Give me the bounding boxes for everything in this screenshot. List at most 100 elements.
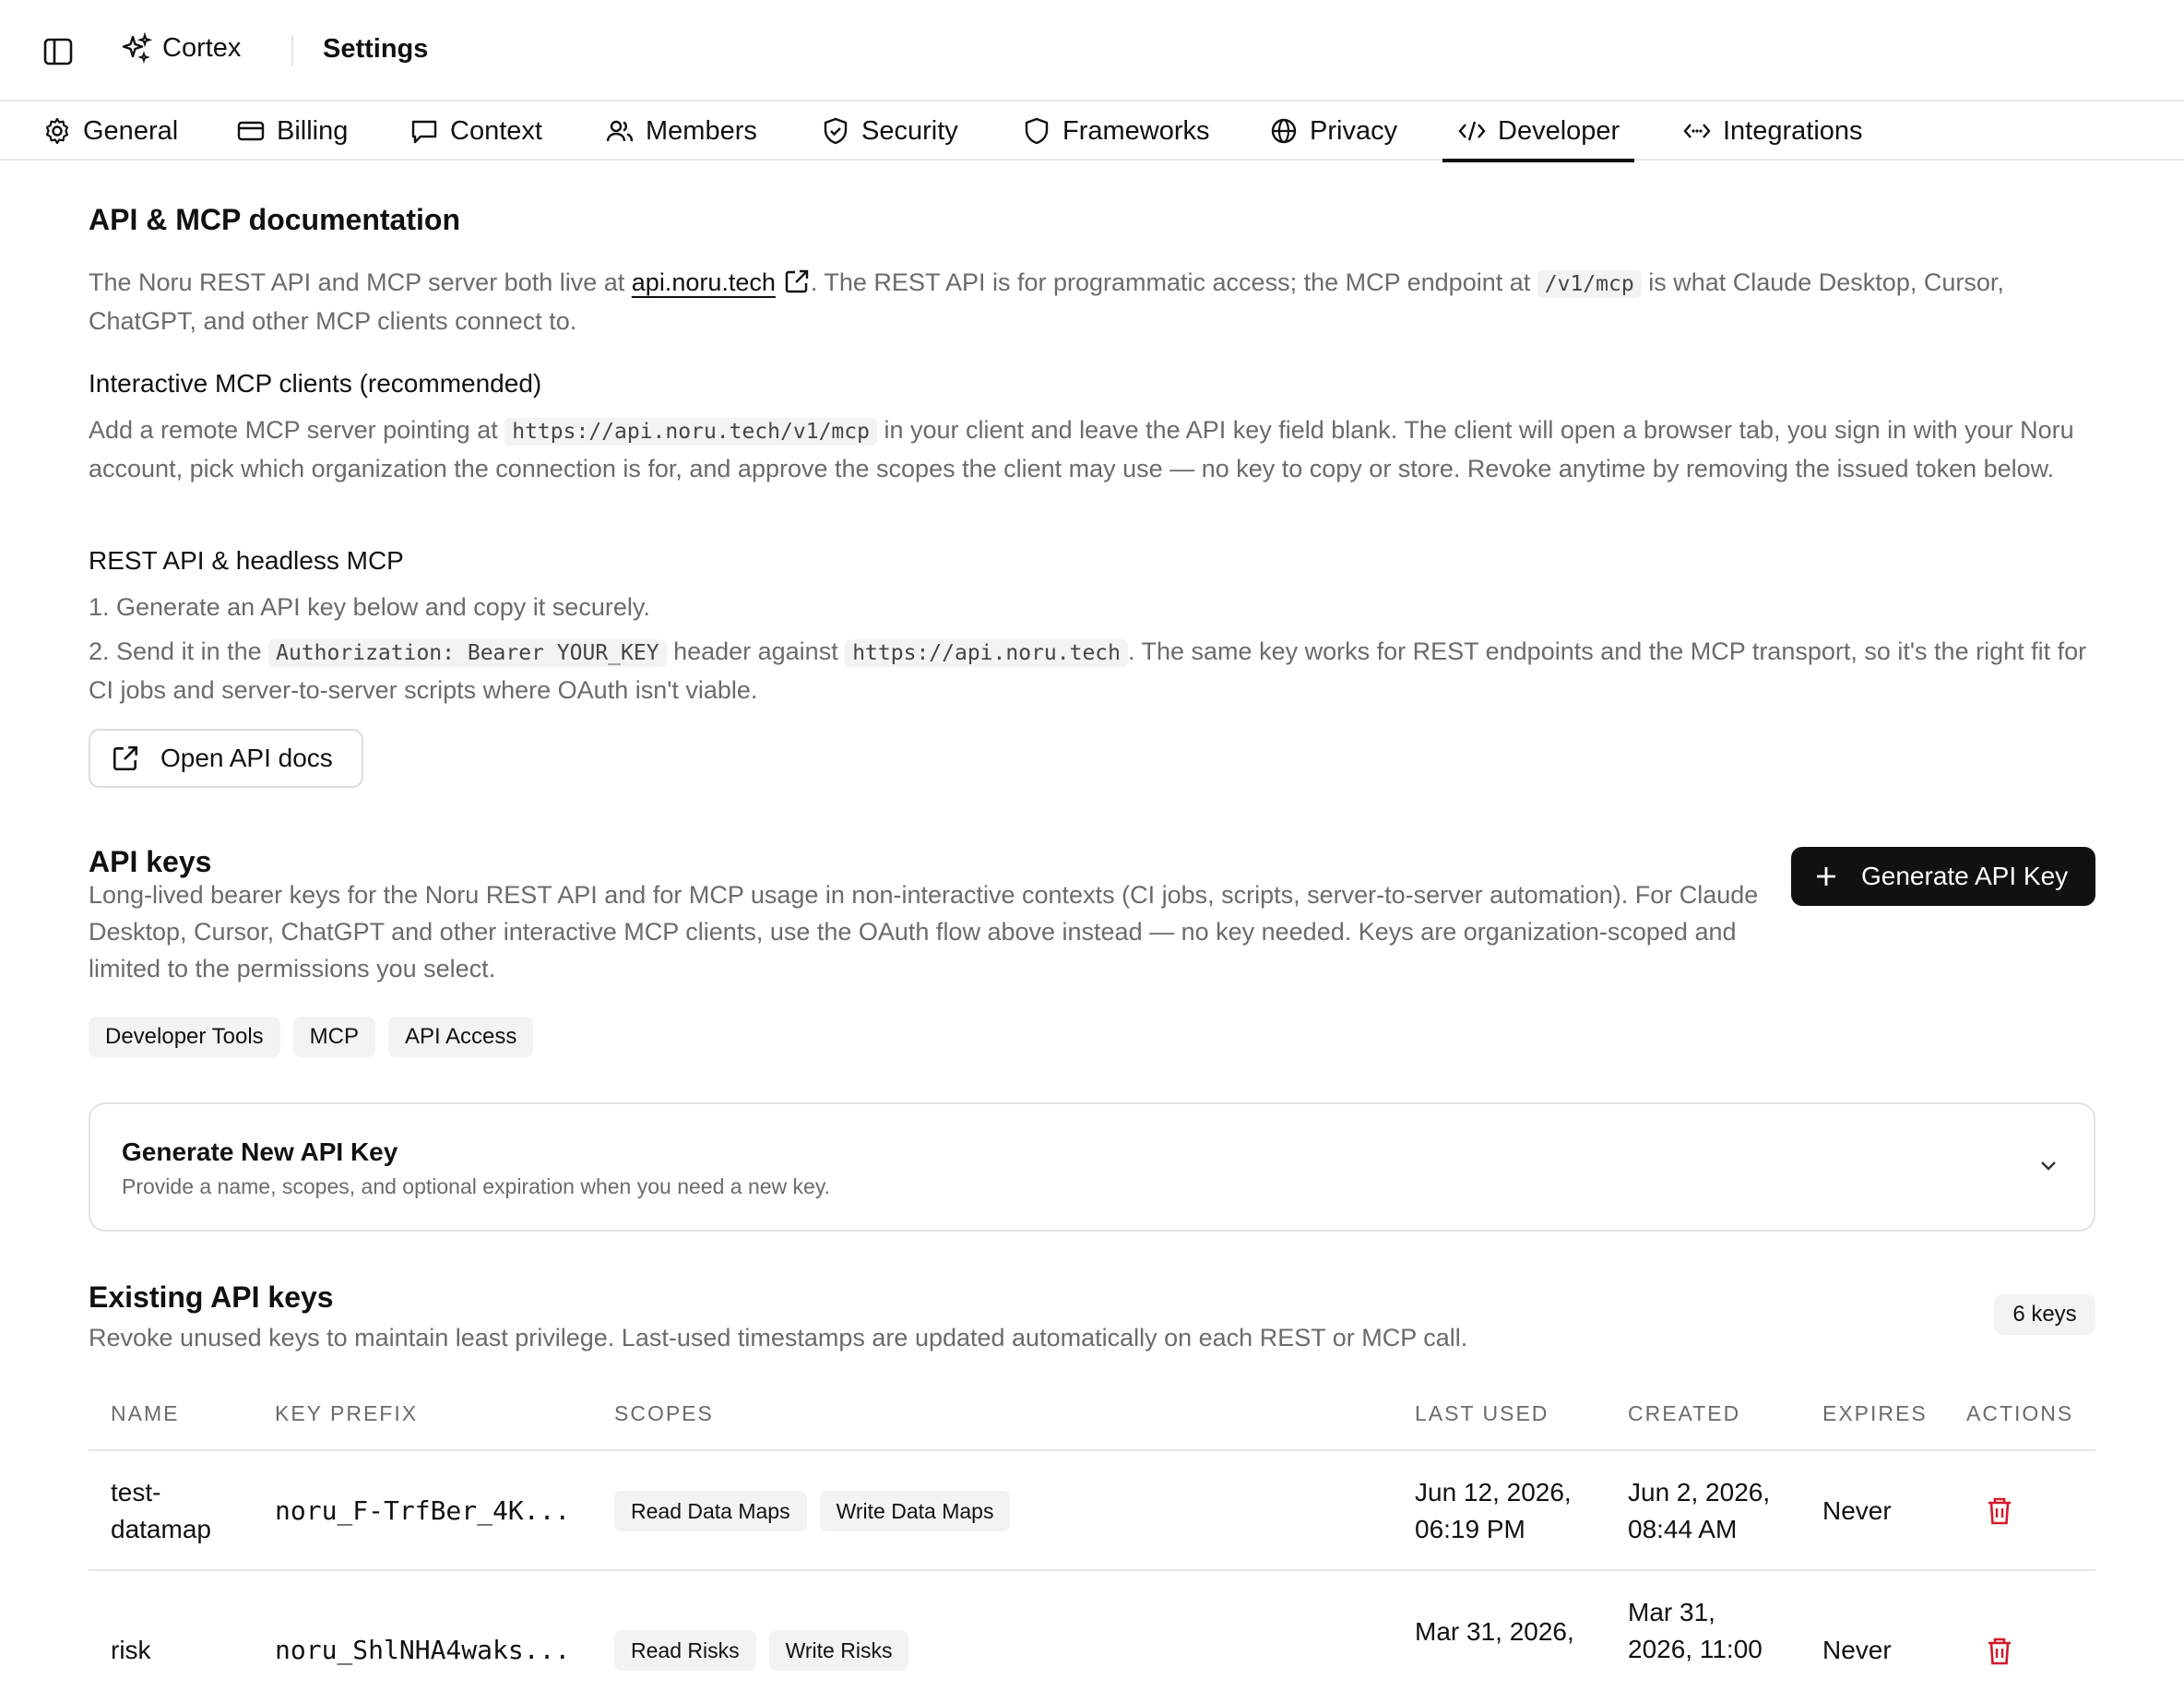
tab-label: General bbox=[83, 115, 179, 146]
tab-privacy[interactable]: Privacy bbox=[1269, 101, 1397, 161]
auth-header-code: Authorization: Bearer YOUR_KEY bbox=[268, 639, 667, 667]
created-date: Jun 2, 2026, 08:44 AM bbox=[1628, 1478, 1771, 1543]
users-icon bbox=[605, 116, 635, 146]
button-label: Generate API Key bbox=[1861, 862, 2069, 890]
key-prefix: noru_F-TrfBer_4K... bbox=[275, 1495, 571, 1526]
existing-keys-title: Existing API keys bbox=[89, 1280, 334, 1314]
api-keys-title: API keys bbox=[89, 845, 212, 878]
scope-badge: Write Risks bbox=[768, 1630, 909, 1671]
panel-subtitle: Provide a name, scopes, and optional exp… bbox=[122, 1174, 831, 1198]
tab-context[interactable]: Context bbox=[410, 101, 542, 161]
tab-billing[interactable]: Billing bbox=[236, 101, 348, 161]
rest-step-2: 2. Send it in the Authorization: Bearer … bbox=[89, 633, 2095, 709]
plus-icon bbox=[1811, 862, 1841, 891]
workspace-switcher[interactable]: Cortex bbox=[120, 31, 241, 65]
tag-api-access: API Access bbox=[388, 1017, 534, 1057]
tab-label: Billing bbox=[277, 115, 349, 146]
trash-icon[interactable] bbox=[1985, 1636, 2014, 1667]
api-domain-link[interactable]: api.noru.tech bbox=[632, 268, 776, 296]
expires: Never bbox=[1822, 1496, 1892, 1525]
open-api-docs-button[interactable]: Open API docs bbox=[89, 729, 363, 788]
shield-check-icon bbox=[821, 116, 850, 146]
panel-title: Generate New API Key bbox=[122, 1137, 398, 1166]
external-link-icon[interactable] bbox=[783, 268, 811, 295]
step-text: header against bbox=[666, 637, 846, 665]
tab-label: Developer bbox=[1498, 115, 1620, 146]
code-xml-icon bbox=[1682, 116, 1712, 146]
interactive-text: Add a remote MCP server pointing at bbox=[89, 416, 505, 444]
tab-general[interactable]: General bbox=[42, 101, 178, 161]
api-keys-tags: Developer Tools MCP API Access bbox=[89, 1017, 546, 1057]
api-url-code: https://api.noru.tech bbox=[845, 639, 1128, 667]
tab-developer[interactable]: Developer bbox=[1442, 101, 1635, 162]
rest-step-1: 1. Generate an API key below and copy it… bbox=[89, 593, 650, 621]
generate-api-key-button[interactable]: Generate API Key bbox=[1791, 847, 2095, 906]
tag-mcp: MCP bbox=[292, 1017, 375, 1057]
key-prefix: noru_ShlNHA4waks... bbox=[275, 1635, 571, 1665]
sidebar-toggle-icon[interactable] bbox=[42, 37, 76, 66]
docs-title: API & MCP documentation bbox=[89, 203, 460, 236]
key-scopes: Read Risks Write Risks bbox=[614, 1630, 921, 1671]
code-icon bbox=[1457, 116, 1487, 146]
column-header: CREATED bbox=[1628, 1401, 1741, 1425]
existing-keys-subtitle: Revoke unused keys to maintain least pri… bbox=[89, 1324, 1468, 1352]
table-row: test- datamap noru_F-TrfBer_4K... Read D… bbox=[89, 1451, 2095, 1571]
column-header: NAME bbox=[111, 1401, 180, 1425]
created-date: Mar 31, 2026, 11:00 bbox=[1628, 1598, 1763, 1663]
interactive-clients-text: Add a remote MCP server pointing at http… bbox=[89, 411, 2095, 487]
button-label: Open API docs bbox=[160, 744, 333, 772]
tab-frameworks[interactable]: Frameworks bbox=[1022, 101, 1210, 161]
generate-new-key-panel[interactable]: Generate New API Key Provide a name, sco… bbox=[89, 1102, 2095, 1232]
divider bbox=[291, 35, 293, 66]
tab-label: Security bbox=[861, 115, 958, 146]
step-text: 2. Send it in the bbox=[89, 637, 269, 665]
column-header: EXPIRES bbox=[1822, 1401, 1928, 1425]
intro-text: The Noru REST API and MCP server both li… bbox=[89, 268, 632, 296]
gear-icon bbox=[42, 116, 72, 146]
column-header: ACTIONS bbox=[1966, 1401, 2074, 1425]
chevron-down-icon[interactable] bbox=[2035, 1152, 2062, 1180]
top-bar: Cortex Settings bbox=[0, 0, 2184, 101]
shield-icon bbox=[1022, 116, 1051, 146]
mcp-url-code: https://api.noru.tech/v1/mcp bbox=[504, 418, 877, 446]
column-header: SCOPES bbox=[614, 1401, 714, 1425]
tab-label: Integrations bbox=[1723, 115, 1863, 146]
scope-badge: Read Risks bbox=[614, 1630, 756, 1671]
tab-integrations[interactable]: Integrations bbox=[1682, 101, 1863, 161]
scope-badge: Write Data Maps bbox=[819, 1491, 1011, 1531]
mcp-path-code: /v1/mcp bbox=[1537, 270, 1642, 298]
globe-icon bbox=[1269, 116, 1299, 146]
tab-label: Members bbox=[646, 115, 757, 146]
table-header: NAME KEY PREFIX SCOPES LAST USED CREATED… bbox=[89, 1388, 2095, 1451]
app-name: Cortex bbox=[162, 32, 242, 63]
external-link-icon bbox=[111, 744, 140, 773]
tab-label: Context bbox=[450, 115, 542, 146]
tab-security[interactable]: Security bbox=[821, 101, 958, 161]
page-title: Settings bbox=[323, 34, 429, 64]
tag-developer-tools: Developer Tools bbox=[89, 1017, 280, 1057]
sparkles-icon bbox=[120, 31, 153, 65]
tab-members[interactable]: Members bbox=[605, 101, 757, 161]
key-count-badge: 6 keys bbox=[1994, 1294, 2095, 1335]
settings-tabs: General Billing Context Members Security… bbox=[0, 101, 2184, 162]
key-scopes: Read Data Maps Write Data Maps bbox=[614, 1491, 1023, 1531]
column-header: LAST USED bbox=[1415, 1401, 1549, 1425]
key-name: test- datamap bbox=[111, 1478, 211, 1543]
last-used: Jun 12, 2026, 06:19 PM bbox=[1415, 1478, 1572, 1543]
message-square-icon bbox=[410, 116, 439, 146]
tab-label: Privacy bbox=[1310, 115, 1398, 146]
docs-intro: The Noru REST API and MCP server both li… bbox=[89, 264, 2095, 339]
column-header: KEY PREFIX bbox=[275, 1401, 419, 1425]
intro-text: . The REST API is for programmatic acces… bbox=[810, 268, 1537, 296]
credit-card-icon bbox=[236, 116, 266, 146]
interactive-clients-title: Interactive MCP clients (recommended) bbox=[89, 369, 542, 398]
last-used: Mar 31, 2026, bbox=[1415, 1617, 1574, 1646]
rest-api-title: REST API & headless MCP bbox=[89, 546, 404, 575]
key-name: risk bbox=[111, 1636, 151, 1664]
api-keys-description: Long-lived bearer keys for the Noru REST… bbox=[89, 881, 1759, 982]
expires: Never bbox=[1822, 1636, 1892, 1664]
scope-badge: Read Data Maps bbox=[614, 1491, 807, 1531]
trash-icon[interactable] bbox=[1985, 1495, 2014, 1527]
table-row: risk noru_ShlNHA4waks... Read Risks Writ… bbox=[89, 1571, 2095, 1691]
tab-label: Frameworks bbox=[1062, 115, 1210, 146]
